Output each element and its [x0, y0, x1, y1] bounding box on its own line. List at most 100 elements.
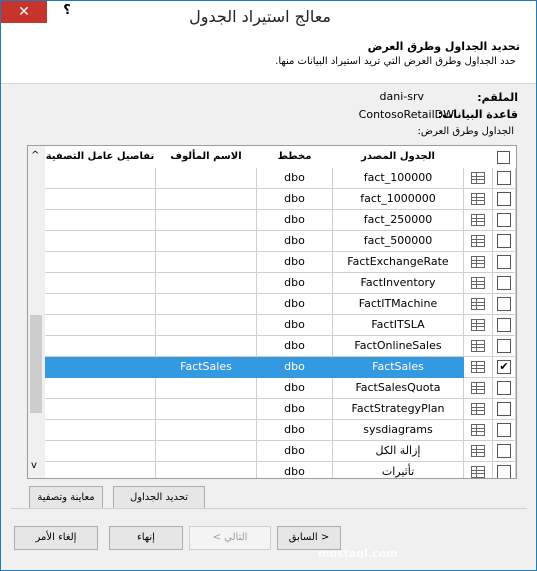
filter-details-cell[interactable] [45, 294, 156, 315]
row-checkbox-cell[interactable] [493, 273, 516, 294]
column-header-schema[interactable]: مخطط [257, 146, 332, 168]
row-checkbox-cell[interactable] [493, 336, 516, 357]
friendly-name-cell[interactable] [156, 252, 257, 273]
friendly-name-cell[interactable] [156, 189, 257, 210]
table-row[interactable]: dbo fact_100000 [45, 168, 516, 189]
friendly-name-cell[interactable] [156, 210, 257, 231]
select-related-tables-button[interactable]: تحديد الجداول المرتبطة [113, 486, 205, 525]
filter-details-cell[interactable] [45, 168, 156, 189]
row-checkbox[interactable] [497, 444, 511, 458]
table-row[interactable]: dbo إزالة الكل [45, 441, 516, 462]
schema-cell: dbo [257, 210, 333, 231]
scroll-thumb[interactable] [30, 315, 42, 413]
filter-details-cell[interactable] [45, 315, 156, 336]
filter-details-cell[interactable] [45, 210, 156, 231]
row-checkbox[interactable]: ✔ [497, 360, 511, 374]
row-checkbox[interactable] [497, 381, 511, 395]
filter-details-cell[interactable] [45, 462, 156, 478]
vertical-scrollbar[interactable]: ^ v [28, 146, 45, 478]
row-checkbox-cell[interactable] [493, 210, 516, 231]
friendly-name-cell[interactable] [156, 315, 257, 336]
filter-details-cell[interactable] [45, 420, 156, 441]
row-checkbox[interactable] [497, 171, 511, 185]
row-checkbox[interactable] [497, 318, 511, 332]
filter-details-cell[interactable] [45, 441, 156, 462]
column-header-friendly-name[interactable]: الاسم المألوف [156, 146, 256, 168]
tables-grid[interactable]: ^ v تفاصيل عامل التصفية الاسم المألوف مخ… [27, 145, 517, 479]
row-checkbox-cell[interactable] [493, 168, 516, 189]
row-checkbox[interactable] [497, 297, 511, 311]
column-header-source-table[interactable]: الجدول المصدر [333, 146, 463, 168]
row-checkbox-cell[interactable]: ✔ [493, 357, 516, 378]
row-checkbox-cell[interactable] [493, 294, 516, 315]
filter-details-cell[interactable] [45, 273, 156, 294]
cancel-button[interactable]: إلغاء الأمر [14, 526, 98, 550]
table-row[interactable]: dbo FactITMachine [45, 294, 516, 315]
row-checkbox-cell[interactable] [493, 252, 516, 273]
table-row[interactable]: dbo FactOnlineSales [45, 336, 516, 357]
column-header-filter[interactable]: تفاصيل عامل التصفية [45, 146, 155, 168]
row-checkbox[interactable] [497, 423, 511, 437]
row-checkbox[interactable] [497, 339, 511, 353]
row-checkbox-cell[interactable] [493, 378, 516, 399]
table-row[interactable]: dbo fact_1000000 [45, 189, 516, 210]
friendly-name-cell[interactable] [156, 378, 257, 399]
friendly-name-cell[interactable] [156, 441, 257, 462]
preview-filter-button[interactable]: معاينة وتصفية [29, 486, 103, 510]
table-row[interactable]: FactSales dbo FactSales ✔ [45, 357, 516, 378]
friendly-name-cell[interactable] [156, 420, 257, 441]
filter-details-cell[interactable] [45, 336, 156, 357]
table-row[interactable]: dbo fact_250000 [45, 210, 516, 231]
table-row[interactable]: dbo FactStrategyPlan [45, 399, 516, 420]
friendly-name-cell[interactable]: FactSales [156, 357, 257, 378]
row-checkbox[interactable] [497, 402, 511, 416]
table-icon [471, 340, 485, 352]
friendly-name-cell[interactable] [156, 336, 257, 357]
table-row[interactable]: dbo FactExchangeRate [45, 252, 516, 273]
friendly-name-cell[interactable] [156, 399, 257, 420]
table-row[interactable]: dbo fact_500000 [45, 231, 516, 252]
row-checkbox-cell[interactable] [493, 231, 516, 252]
filter-details-cell[interactable] [45, 357, 156, 378]
friendly-name-cell[interactable] [156, 273, 257, 294]
help-button[interactable]: ؟ [59, 3, 75, 19]
friendly-name-cell[interactable] [156, 294, 257, 315]
select-all-checkbox[interactable] [497, 151, 510, 164]
filter-details-cell[interactable] [45, 399, 156, 420]
row-checkbox-cell[interactable] [493, 441, 516, 462]
next-button[interactable]: التالي > [189, 526, 271, 550]
row-checkbox[interactable] [497, 255, 511, 269]
schema-cell: dbo [257, 252, 333, 273]
row-checkbox[interactable] [497, 465, 511, 478]
filter-details-cell[interactable] [45, 252, 156, 273]
row-checkbox-cell[interactable] [493, 420, 516, 441]
friendly-name-cell[interactable] [156, 168, 257, 189]
row-checkbox-cell[interactable] [493, 189, 516, 210]
table-icon [471, 445, 485, 457]
table-row[interactable]: dbo FactInventory [45, 273, 516, 294]
source-table-cell: FactInventory [333, 273, 464, 294]
row-checkbox[interactable] [497, 234, 511, 248]
row-checkbox-cell[interactable] [493, 399, 516, 420]
filter-details-cell[interactable] [45, 189, 156, 210]
row-checkbox-cell[interactable] [493, 315, 516, 336]
row-checkbox[interactable] [497, 213, 511, 227]
table-row[interactable]: dbo FactITSLA [45, 315, 516, 336]
scroll-down-icon[interactable]: v [31, 460, 37, 471]
friendly-name-cell[interactable] [156, 231, 257, 252]
table-icon [471, 277, 485, 289]
row-checkbox[interactable] [497, 192, 511, 206]
table-row[interactable]: dbo FactSalesQuota [45, 378, 516, 399]
filter-details-cell[interactable] [45, 378, 156, 399]
filter-details-cell[interactable] [45, 231, 156, 252]
table-icon-cell [464, 168, 493, 189]
scroll-up-icon[interactable]: ^ [31, 150, 39, 161]
finish-button[interactable]: إنهاء [109, 526, 183, 550]
table-row[interactable]: dbo sysdiagrams [45, 420, 516, 441]
row-checkbox[interactable] [497, 276, 511, 290]
row-checkbox-cell[interactable] [493, 462, 516, 478]
table-row[interactable]: dbo تأثيرات [45, 462, 516, 478]
table-icon [471, 424, 485, 436]
close-button[interactable]: ✕ [1, 1, 47, 23]
friendly-name-cell[interactable] [156, 462, 257, 478]
